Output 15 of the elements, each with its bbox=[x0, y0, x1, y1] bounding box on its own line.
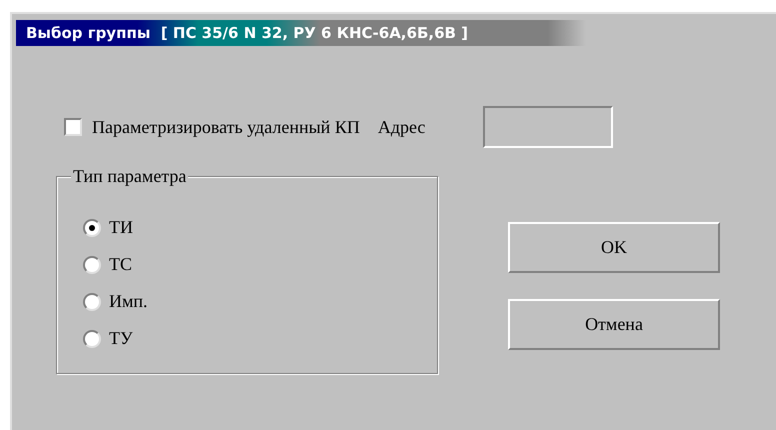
cancel-button[interactable]: Отмена bbox=[508, 299, 720, 350]
address-field[interactable] bbox=[483, 106, 614, 148]
radio-button[interactable] bbox=[83, 292, 101, 310]
radio-label: ТИ bbox=[109, 216, 133, 239]
radio-label: Имп. bbox=[109, 290, 148, 313]
window-title: Выбор группы [ ПС 35/6 N 32, РУ 6 КНС-6А,6Б,6В ] bbox=[26, 22, 468, 44]
address-label: Адрес bbox=[378, 116, 426, 139]
radio-label: ТУ bbox=[109, 327, 133, 350]
radio-button[interactable] bbox=[83, 330, 101, 348]
remote-checkbox[interactable] bbox=[64, 118, 82, 136]
radio-label: ТС bbox=[109, 253, 132, 276]
ok-button[interactable]: OK bbox=[508, 222, 720, 273]
checkbox-label: Параметризировать удаленный КП bbox=[92, 116, 360, 139]
radio-button[interactable] bbox=[83, 218, 101, 236]
radio-button[interactable] bbox=[83, 256, 101, 274]
